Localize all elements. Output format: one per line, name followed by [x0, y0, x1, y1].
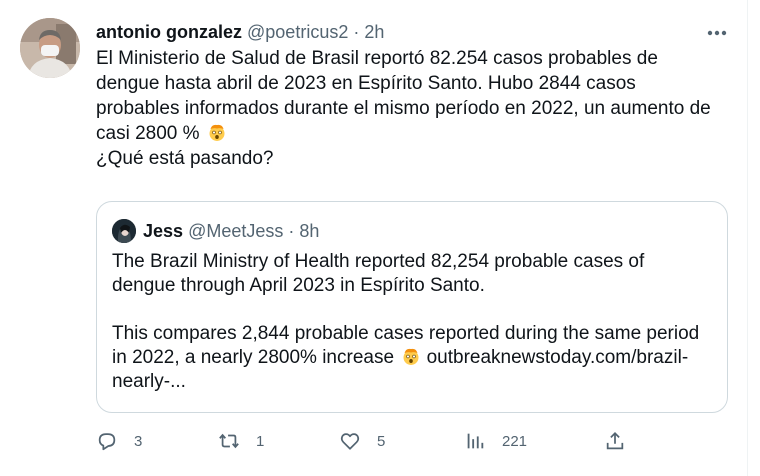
quoted-tweet-header: Jess @MeetJess · 8h	[143, 219, 319, 243]
tweet-text-line: dengue hasta abril de 2023 en Espírito S…	[96, 73, 636, 94]
quoted-text-segment: in 2022, a nearly 2800% increase	[112, 347, 395, 368]
reply-count: 3	[134, 432, 143, 450]
tweet-text-line: ¿Qué está pasando?	[96, 148, 274, 169]
views-count: 221	[502, 432, 528, 450]
tweet[interactable]: antonio gonzalez @poetricus2 · 2h El Min…	[0, 0, 748, 476]
quoted-link-text[interactable]: nearly-...	[112, 370, 722, 394]
tweet-timestamp[interactable]: 2h	[364, 22, 384, 42]
separator-dot: ·	[288, 221, 295, 241]
exploding-head-emoji	[401, 346, 421, 366]
reply-icon	[96, 430, 118, 452]
tweet-actions: 3 1 5 221	[96, 428, 736, 454]
quoted-text-line: This compares 2,844 probable cases repor…	[112, 323, 700, 344]
quoted-link-text[interactable]: outbreaknewstoday.com/brazil-	[427, 347, 689, 368]
retweet-button[interactable]: 1	[218, 428, 264, 454]
tweet-text-segment: casi 2800 %	[96, 123, 200, 144]
reply-button[interactable]: 3	[96, 428, 142, 454]
like-count: 5	[377, 432, 386, 450]
display-name[interactable]: antonio gonzalez	[96, 22, 242, 42]
user-handle[interactable]: @poetricus2	[247, 22, 348, 42]
like-button[interactable]: 5	[339, 428, 385, 454]
tweet-text-line: probables informados durante el mismo pe…	[96, 98, 711, 119]
quoted-text-line: The Brazil Ministry of Health reported 8…	[112, 251, 645, 272]
retweet-icon	[218, 430, 240, 452]
tweet-header: antonio gonzalez @poetricus2 · 2h	[96, 20, 384, 44]
views-icon	[464, 430, 486, 452]
share-button[interactable]	[604, 428, 626, 454]
tweet-text: El Ministerio de Salud de Brasil reportó…	[96, 46, 736, 171]
quoted-user-avatar[interactable]	[112, 219, 136, 243]
separator-dot: ·	[353, 22, 360, 42]
user-avatar[interactable]	[20, 18, 80, 78]
tweet-text-line: El Ministerio de Salud de Brasil reportó…	[96, 48, 658, 69]
exploding-head-emoji	[207, 122, 227, 142]
retweet-count: 1	[256, 432, 265, 450]
quoted-tweet-text: The Brazil Ministry of Health reported 8…	[112, 250, 722, 394]
share-icon	[604, 430, 626, 452]
tweet-text-line-with-emoji: casi 2800 %	[96, 121, 736, 146]
quoted-tweet-timestamp[interactable]: 8h	[299, 221, 319, 241]
quoted-display-name[interactable]: Jess	[143, 221, 183, 241]
quoted-text-line: dengue through April 2023 in Espírito Sa…	[112, 275, 485, 296]
quoted-tweet[interactable]: Jess @MeetJess · 8h The Brazil Ministry …	[96, 201, 728, 413]
views-button[interactable]: 221	[464, 428, 527, 454]
more-options-button[interactable]	[701, 18, 733, 46]
like-icon	[339, 430, 361, 452]
more-horizontal-icon	[707, 23, 727, 41]
quoted-user-handle[interactable]: @MeetJess	[188, 221, 283, 241]
quoted-text-line-with-emoji: in 2022, a nearly 2800% increase outbrea…	[112, 346, 722, 370]
